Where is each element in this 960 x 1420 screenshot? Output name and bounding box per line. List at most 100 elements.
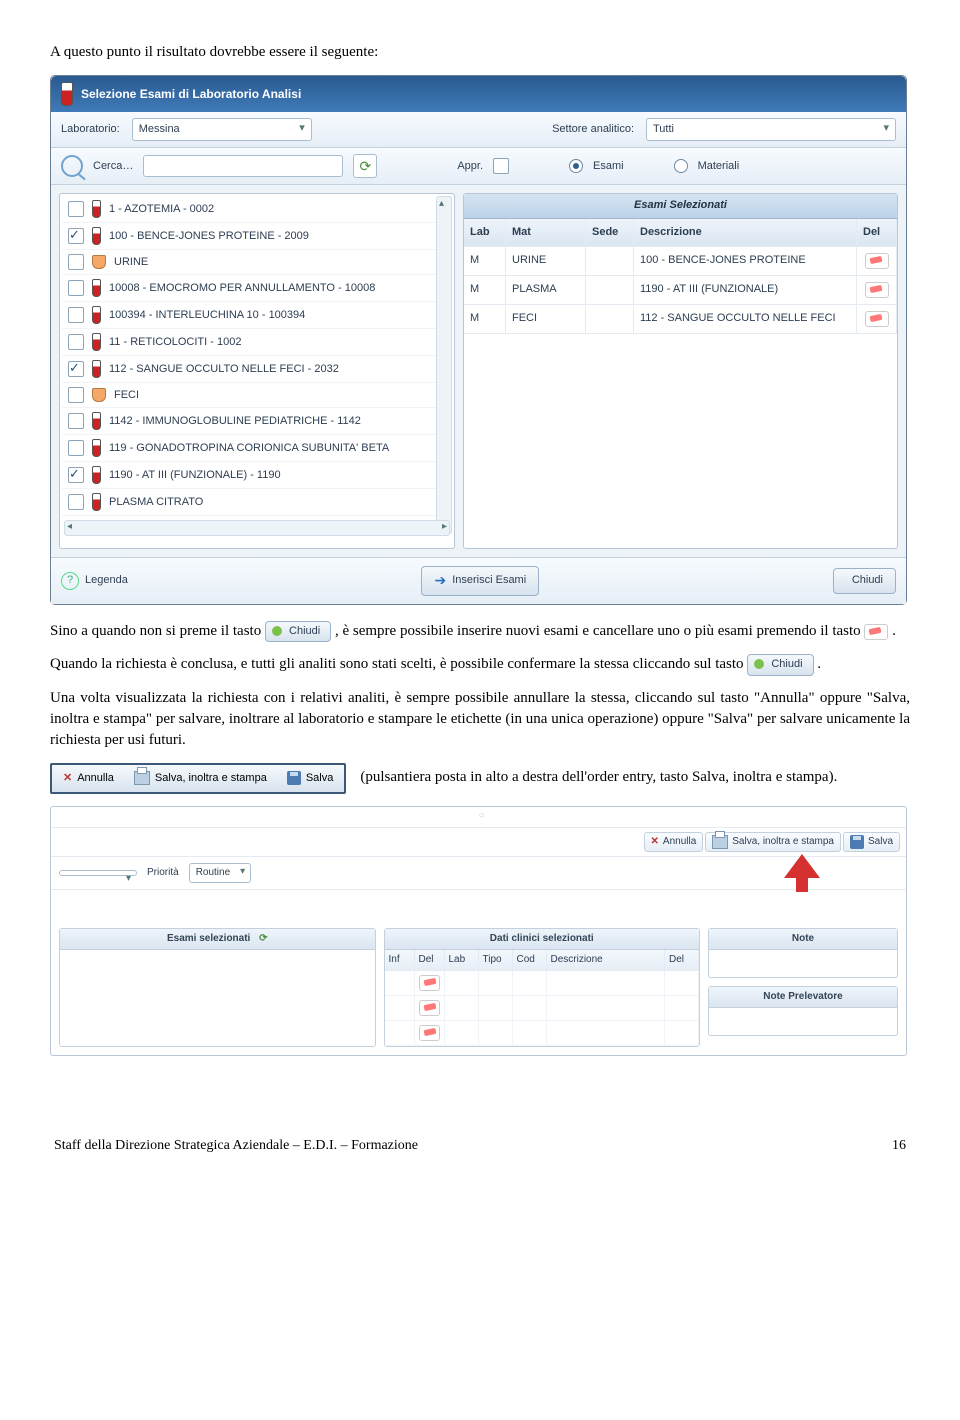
- list-item[interactable]: 11 - RETICOLOCITI - 1002: [62, 329, 452, 356]
- eraser-icon[interactable]: [419, 1025, 440, 1041]
- item-checkbox[interactable]: [68, 361, 84, 377]
- item-checkbox[interactable]: [68, 307, 84, 323]
- cell-desc: 1190 - AT III (FUNZIONALE): [634, 276, 857, 304]
- eraser-icon[interactable]: [865, 311, 889, 327]
- appr-checkbox[interactable]: [493, 158, 509, 174]
- eraser-icon[interactable]: [419, 975, 440, 991]
- item-label: 1 - AZOTEMIA - 0002: [109, 202, 446, 217]
- col-descrizione: Descrizione: [634, 219, 857, 246]
- arrow-right-icon: ➔: [434, 571, 446, 591]
- item-checkbox[interactable]: [68, 467, 84, 483]
- filter-bar: Laboratorio: Messina Settore analitico: …: [51, 112, 906, 148]
- dot-icon: [272, 626, 282, 636]
- item-checkbox[interactable]: [68, 201, 84, 217]
- col-lab2: Lab: [445, 950, 479, 970]
- selected-table-header: Lab Mat Sede Descrizione Del: [464, 219, 897, 247]
- dot-icon: [754, 659, 764, 669]
- p1c: .: [892, 623, 896, 639]
- selezione-esami-dialog: Selezione Esami di Laboratorio Analisi L…: [50, 75, 907, 605]
- p1b: , è sempre possibile inserire nuovi esam…: [335, 623, 864, 639]
- dati-clinici-panel: Dati clinici selezionati Inf Del Lab Tip…: [384, 928, 701, 1047]
- dialog-footer: ? Legenda ➔ Inserisci Esami Chiudi: [51, 557, 906, 604]
- disk-icon: [287, 771, 301, 785]
- footer-text: Staff della Direzione Strategica Azienda…: [54, 1136, 418, 1156]
- chiudi-button[interactable]: Chiudi: [833, 568, 896, 593]
- esami-sel-title: Esami selezionati: [167, 933, 250, 944]
- disk-icon: [850, 835, 864, 849]
- tb-salva-inoltra: Salva, inoltra e stampa: [126, 768, 275, 789]
- list-item[interactable]: 119 - GONADOTROPINA CORIONICA SUBUNITA' …: [62, 435, 452, 462]
- list-item[interactable]: 1142 - IMMUNOGLOBULINE PEDIATRICHE - 114…: [62, 408, 452, 435]
- search-input[interactable]: [143, 155, 343, 177]
- eraser-icon[interactable]: [419, 1000, 440, 1016]
- settore-select[interactable]: Tutti: [646, 118, 896, 141]
- col-del2: Del: [665, 950, 699, 970]
- chiudi-label: Chiudi: [852, 573, 883, 588]
- cell-mat: URINE: [506, 247, 586, 275]
- list-item[interactable]: 100394 - INTERLEUCHINA 10 - 100394: [62, 302, 452, 329]
- list-item[interactable]: PLASMA CITRATO: [62, 489, 452, 516]
- refresh-button[interactable]: ⟳: [353, 154, 377, 178]
- esami-selezionati-panel: Esami Selezionati Lab Mat Sede Descrizio…: [463, 193, 898, 549]
- item-checkbox[interactable]: [68, 494, 84, 510]
- item-checkbox[interactable]: [68, 228, 84, 244]
- list-item[interactable]: 1 - AZOTEMIA - 0002: [62, 196, 452, 223]
- tube-icon: [92, 439, 101, 457]
- list-item[interactable]: URINE: [62, 250, 452, 275]
- selected-row: MURINE100 - BENCE-JONES PROTEINE: [464, 247, 897, 276]
- col-del: Del: [415, 950, 445, 970]
- item-checkbox[interactable]: [68, 413, 84, 429]
- note-panel: Note: [708, 928, 898, 978]
- x-icon: ✕: [63, 771, 72, 786]
- item-label: URINE: [114, 255, 446, 270]
- list-item[interactable]: 112 - SANGUE OCCULTO NELLE FECI - 2032: [62, 356, 452, 383]
- radio-materiali-label: Materiali: [698, 159, 740, 174]
- col-inf: Inf: [385, 950, 415, 970]
- horizontal-scrollbar[interactable]: [64, 520, 450, 536]
- selected-row: MPLASMA1190 - AT III (FUNZIONALE): [464, 276, 897, 305]
- unknown-select[interactable]: [59, 870, 137, 876]
- list-item[interactable]: 10008 - EMOCROMO PER ANNULLAMENTO - 1000…: [62, 275, 452, 302]
- cell-mat: FECI: [506, 305, 586, 333]
- chiudi-inline-button-1: Chiudi: [265, 621, 331, 642]
- selected-row: MFECI112 - SANGUE OCCULTO NELLE FECI: [464, 305, 897, 334]
- radio-esami[interactable]: [569, 159, 583, 173]
- refresh-small-icon[interactable]: ⟳: [259, 933, 267, 944]
- item-checkbox[interactable]: [68, 254, 84, 270]
- tube-icon: [92, 333, 101, 351]
- legenda-link[interactable]: Legenda: [85, 573, 128, 588]
- priority-row: Priorità Routine: [51, 857, 906, 890]
- cell-del: [857, 247, 897, 275]
- col-del: Del: [857, 219, 897, 246]
- cell-del: [857, 305, 897, 333]
- laboratorio-select[interactable]: Messina: [132, 118, 312, 141]
- item-checkbox[interactable]: [68, 280, 84, 296]
- tube-icon: [92, 200, 101, 218]
- dati-row: [385, 971, 700, 996]
- eraser-icon[interactable]: [865, 253, 889, 269]
- item-label: 1190 - AT III (FUNZIONALE) - 1190: [109, 468, 446, 483]
- order-salva-inoltra-button[interactable]: Salva, inoltra e stampa: [705, 832, 841, 852]
- item-checkbox[interactable]: [68, 334, 84, 350]
- help-icon[interactable]: ?: [61, 572, 79, 590]
- search-bar: Cerca… ⟳ Appr. Esami Materiali: [51, 148, 906, 185]
- item-label: FECI: [114, 388, 446, 403]
- item-checkbox[interactable]: [68, 440, 84, 456]
- item-checkbox[interactable]: [68, 387, 84, 403]
- inserisci-esami-button[interactable]: ➔ Inserisci Esami: [421, 566, 539, 596]
- cell-desc: 100 - BENCE-JONES PROTEINE: [634, 247, 857, 275]
- vertical-scrollbar[interactable]: [436, 196, 452, 534]
- item-label: 112 - SANGUE OCCULTO NELLE FECI - 2032: [109, 362, 446, 377]
- list-item[interactable]: FECI: [62, 383, 452, 408]
- search-icon: [61, 155, 83, 177]
- radio-materiali[interactable]: [674, 159, 688, 173]
- list-item[interactable]: 1190 - AT III (FUNZIONALE) - 1190: [62, 462, 452, 489]
- tube-icon: [61, 82, 73, 106]
- dati-clinici-title: Dati clinici selezionati: [385, 929, 700, 950]
- priorita-select[interactable]: Routine: [189, 863, 251, 883]
- cup-icon: [92, 255, 106, 269]
- order-annulla-button[interactable]: ✕ Annulla: [644, 832, 704, 852]
- eraser-icon[interactable]: [865, 282, 889, 298]
- list-item[interactable]: 100 - BENCE-JONES PROTEINE - 2009: [62, 223, 452, 250]
- order-salva-button[interactable]: Salva: [843, 832, 900, 852]
